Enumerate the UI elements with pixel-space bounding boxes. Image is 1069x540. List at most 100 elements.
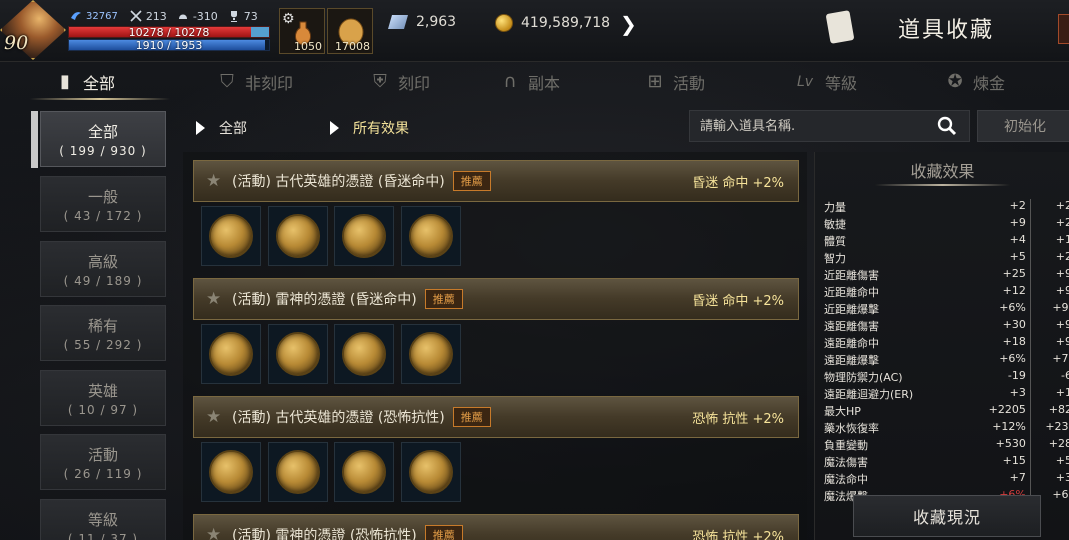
category-filter[interactable]: 全部 xyxy=(196,118,247,138)
reset-button[interactable]: 初始化 xyxy=(977,110,1069,142)
collection-status-button[interactable]: 收藏現況 xyxy=(853,495,1041,537)
search-input[interactable] xyxy=(690,111,930,141)
entry-title: (活動) 古代英雄的憑證 (昏迷命中) xyxy=(232,174,445,190)
mp-text: 1910 / 1953 xyxy=(135,39,203,52)
effect-name: 魔法命中 xyxy=(824,473,868,486)
tab-non-engraved[interactable]: ⛉ 非刻印 xyxy=(170,62,340,102)
effect-row: 藥水恢復率 +12%+23% xyxy=(824,420,1069,437)
gem-icon xyxy=(388,15,408,29)
tab-level[interactable]: Lv 等級 xyxy=(750,62,900,102)
tab-label: 等級 xyxy=(824,74,857,93)
effect-name: 體質 xyxy=(824,235,846,248)
sidebar-item-rare[interactable]: 稀有 ( 55 / 292 ) xyxy=(40,305,166,361)
item-slot[interactable] xyxy=(334,206,394,266)
effect-filter[interactable]: 所有效果 xyxy=(330,118,409,138)
entry-title: (活動) 雷神的憑證 (昏迷命中) xyxy=(232,292,417,308)
effect-value-current: +7 xyxy=(1009,471,1026,484)
shield-slash-icon: ⛉ xyxy=(220,71,234,92)
effect-value-current: +3 xyxy=(1009,386,1026,399)
effect-row: 魔法傷害 +15+56 xyxy=(824,454,1069,471)
effect-value-total: +9% xyxy=(1029,301,1069,318)
entry-effect: 昏迷 命中 +2% xyxy=(692,293,784,309)
effect-value-total: +27 xyxy=(1029,250,1069,267)
sidebar-item-event[interactable]: 活動 ( 26 / 119 ) xyxy=(40,434,166,490)
effect-value-total: +24 xyxy=(1029,199,1069,216)
effect-value-current: +530 xyxy=(995,437,1026,450)
item-slot[interactable] xyxy=(201,206,261,266)
recommended-badge: 推薦 xyxy=(424,289,463,309)
effects-panel-title: 收藏效果 xyxy=(910,162,975,181)
sidebar-item-all[interactable]: 全部 ( 199 / 930 ) xyxy=(40,111,166,167)
item-slot[interactable] xyxy=(201,442,261,502)
effect-row: 物理防禦力(AC) -19-68 xyxy=(824,369,1069,386)
collection-entry-header[interactable]: ★ (活動) 雷神的憑證 (昏迷命中) 推薦 昏迷 命中 +2% xyxy=(193,278,799,320)
sidebar-item-hero[interactable]: 英雄 ( 10 / 97 ) xyxy=(40,370,166,426)
collection-entry-header[interactable]: ★ (活動) 古代英雄的憑證 (恐怖抗性) 推薦 恐怖 抗性 +2% xyxy=(193,396,799,438)
recommended-badge: 推薦 xyxy=(452,171,491,191)
quickslot-2[interactable]: 17008 xyxy=(327,8,373,54)
item-slot[interactable] xyxy=(201,324,261,384)
quickslot-1-count: 1050 xyxy=(294,40,322,53)
quickslot-1[interactable]: ⚙ 1050 xyxy=(279,8,325,54)
tab-alchemy[interactable]: ✪ 煉金 xyxy=(900,62,1050,102)
sidebar-item-advanced[interactable]: 高級 ( 49 / 189 ) xyxy=(40,241,166,297)
sidebar-item-level[interactable]: 等級 ( 11 / 37 ) xyxy=(40,499,166,540)
title-divider xyxy=(875,184,1010,186)
item-slot[interactable] xyxy=(268,442,328,502)
chevron-right-icon[interactable]: ❯ xyxy=(620,12,637,36)
sidebar-item-normal[interactable]: 一般 ( 43 / 172 ) xyxy=(40,176,166,232)
item-slot[interactable] xyxy=(334,442,394,502)
effect-value-current: +15 xyxy=(1002,454,1026,467)
effect-row: 近距離命中 +12+97 xyxy=(824,284,1069,301)
search-icon[interactable] xyxy=(937,116,957,136)
item-slot[interactable] xyxy=(401,324,461,384)
tab-dungeon[interactable]: ∩ 副本 xyxy=(460,62,600,102)
star-icon[interactable]: ★ xyxy=(206,290,224,308)
book-icon: ▮ xyxy=(60,71,70,92)
star-icon[interactable]: ★ xyxy=(206,172,224,190)
effect-name: 物理防禦力(AC) xyxy=(824,371,903,384)
effect-value-total: -68 xyxy=(1029,369,1069,386)
item-slot[interactable] xyxy=(401,206,461,266)
effect-value-total: +97 xyxy=(1029,335,1069,352)
effect-name: 智力 xyxy=(824,252,846,265)
effect-name: 敏捷 xyxy=(824,218,846,231)
item-slot[interactable] xyxy=(268,324,328,384)
collection-entry-header[interactable]: ★ (活動) 雷神的憑證 (恐怖抗性) 推薦 恐怖 抗性 +2% xyxy=(193,514,799,540)
tab-engraved[interactable]: ⛨ 刻印 xyxy=(340,62,460,102)
collection-effects-panel[interactable]: 收藏效果 力量+2+24 敏捷+9+22 體質+4+15 智力+5+27 近距離… xyxy=(814,152,1069,540)
shield-icon: ⛨ xyxy=(373,71,387,92)
effect-value-current: +4 xyxy=(1009,233,1026,246)
collection-entry-header[interactable]: ★ (活動) 古代英雄的憑證 (昏迷命中) 推薦 昏迷 命中 +2% xyxy=(193,160,799,202)
effect-value-total: +97 xyxy=(1029,284,1069,301)
effect-row: 力量 +2+24 xyxy=(824,199,1069,216)
category-tabs: ▮ 全部 ⛉ 非刻印 ⛨ 刻印 ∩ 副本 ⊞ 活動 Lv 等級 ✪ 煉金 xyxy=(0,62,1069,102)
star-circle-icon: ✪ xyxy=(947,71,963,92)
effect-name: 力量 xyxy=(824,201,846,214)
item-slot[interactable] xyxy=(268,206,328,266)
tab-all[interactable]: ▮ 全部 xyxy=(0,62,170,102)
effect-value-total: +56 xyxy=(1029,454,1069,471)
trophy-icon xyxy=(230,11,237,22)
item-slot[interactable] xyxy=(334,324,394,384)
collection-list[interactable]: ★ (活動) 古代英雄的憑證 (昏迷命中) 推薦 昏迷 命中 +2% ★ (活動… xyxy=(183,152,807,540)
tab-event[interactable]: ⊞ 活動 xyxy=(600,62,750,102)
category-filter-label: 全部 xyxy=(219,121,247,137)
close-button[interactable] xyxy=(1058,14,1069,44)
effect-name: 最大HP xyxy=(824,405,861,418)
sidebar-item-name: 一般 xyxy=(87,187,118,206)
effect-value-current: +2 xyxy=(1009,199,1026,212)
star-icon[interactable]: ★ xyxy=(206,408,224,426)
tab-label: 全部 xyxy=(82,74,115,93)
star-icon[interactable]: ★ xyxy=(206,526,224,540)
recommended-badge: 推薦 xyxy=(424,525,463,540)
coin-item-icon xyxy=(409,450,453,494)
top-bar: 90 32767 213 -310 73 10278 / 10278 1910 … xyxy=(0,0,1069,62)
effect-value-current: +25 xyxy=(1002,267,1026,280)
entry-title: (活動) 古代英雄的憑證 (恐怖抗性) xyxy=(232,410,445,426)
item-slot[interactable] xyxy=(401,442,461,502)
tab-label: 煉金 xyxy=(972,74,1005,93)
effect-name: 近距離命中 xyxy=(824,286,879,299)
coin-item-icon xyxy=(342,332,386,376)
gold-coin-icon xyxy=(495,14,513,32)
